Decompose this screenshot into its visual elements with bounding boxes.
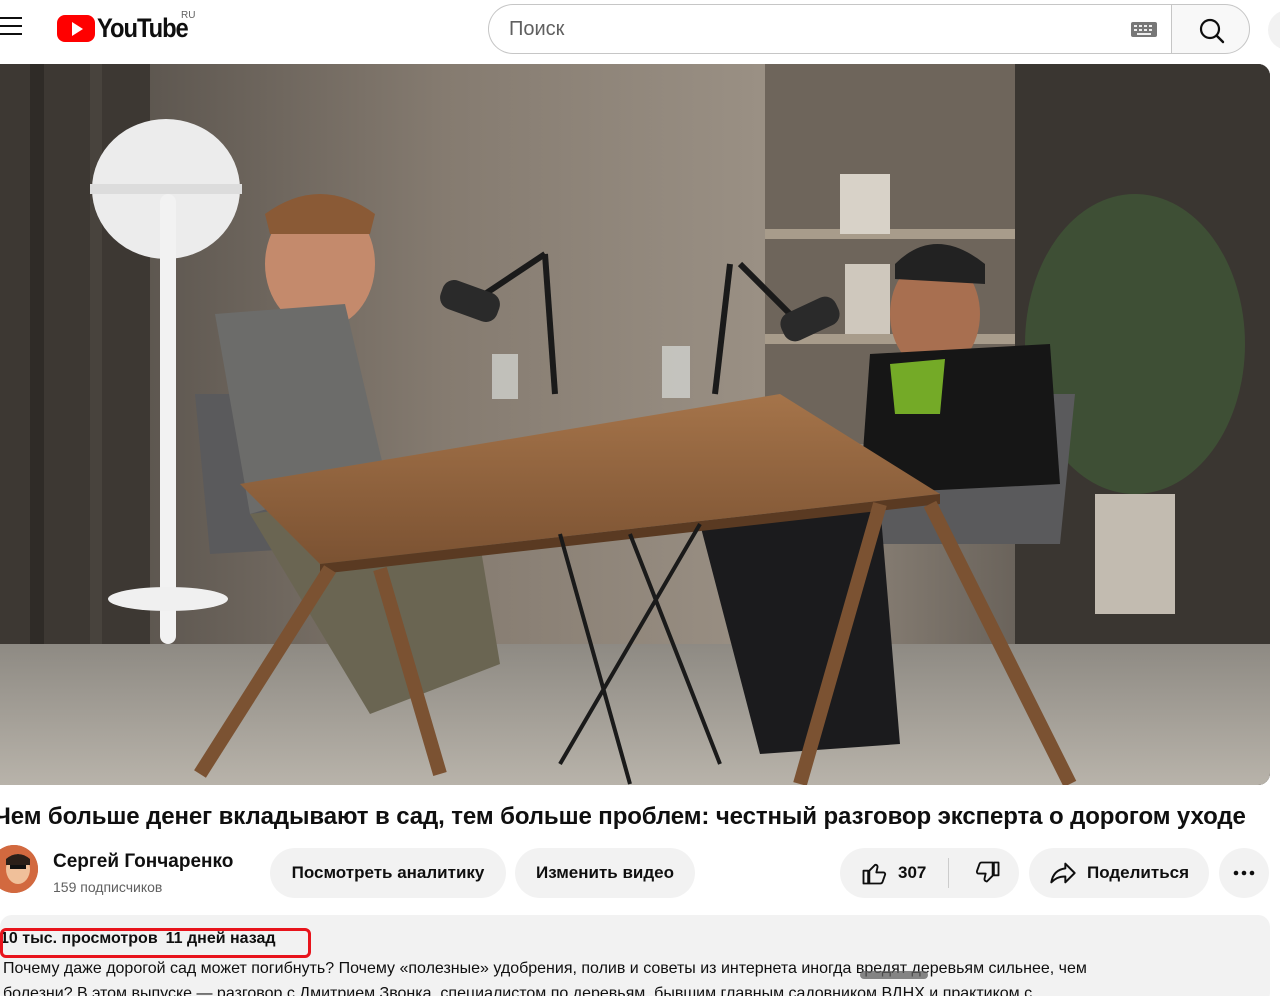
menu-icon[interactable]	[0, 17, 24, 39]
youtube-logo[interactable]: YouTube	[57, 12, 200, 44]
search-box	[488, 4, 1172, 54]
voice-search-button[interactable]	[1268, 10, 1280, 50]
share-button[interactable]: Поделиться	[1029, 848, 1209, 898]
like-count: 307	[898, 863, 927, 882]
more-actions-button[interactable]	[1219, 848, 1269, 898]
video-frame	[0, 64, 1270, 785]
share-label: Поделиться	[1087, 863, 1190, 882]
subscriber-count: 159 подписчиков	[53, 879, 163, 895]
video-title: Чем больше денег вкладывают в сад, тем б…	[0, 803, 1246, 830]
thumbs-down-icon	[975, 861, 1000, 883]
view-analytics-button[interactable]: Посмотреть аналитику	[270, 848, 506, 898]
channel-name[interactable]: Сергей Гончаренко	[53, 851, 233, 873]
keyboard-icon[interactable]	[1131, 22, 1157, 37]
like-button[interactable]: 307	[840, 848, 948, 898]
thumbs-up-icon	[862, 863, 887, 885]
edit-video-button[interactable]: Изменить видео	[515, 848, 695, 898]
channel-avatar[interactable]	[0, 845, 38, 893]
play-logo-icon	[57, 14, 95, 42]
more-icon	[1233, 870, 1255, 876]
region-code: RU	[181, 10, 196, 21]
highlight-annotation	[0, 928, 311, 958]
masthead: YouTube RU	[0, 0, 1280, 58]
share-icon	[1050, 862, 1076, 884]
like-dislike-group: 307	[840, 848, 1019, 898]
search-icon	[1199, 18, 1225, 44]
search-button[interactable]	[1171, 4, 1250, 54]
description-text-line: болезни? В этом выпуске — разговор с Дми…	[3, 985, 1033, 996]
video-player[interactable]	[0, 64, 1270, 785]
like-divider	[948, 858, 949, 888]
logo-text: YouTube	[97, 12, 189, 43]
scroll-handle[interactable]	[860, 971, 928, 979]
search-input[interactable]	[509, 5, 1109, 53]
dislike-button[interactable]	[958, 848, 1018, 898]
